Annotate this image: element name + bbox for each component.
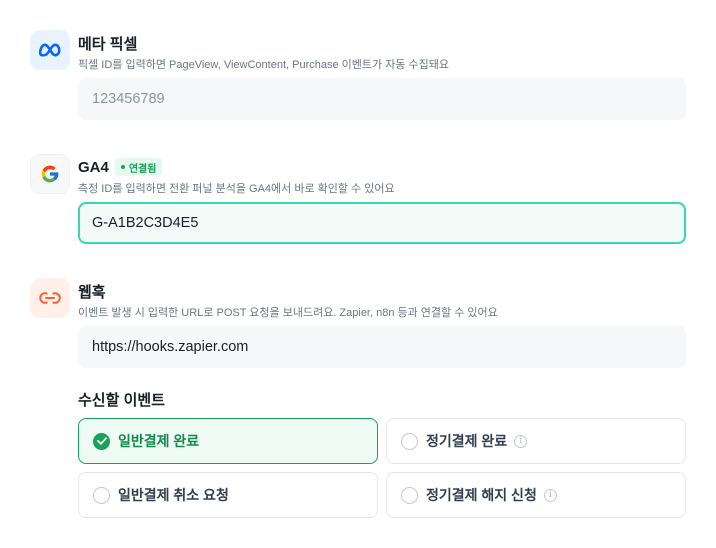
connected-badge-label: 연결됨: [128, 163, 157, 175]
radio-icon: [401, 486, 418, 504]
ga4-section: GA4 연결됨 측정 ID를 입력하면 전환 퍼널 분석을 GA4에서 바로 확…: [30, 154, 686, 244]
ga4-title: GA4: [78, 158, 109, 176]
event-option-payment-complete[interactable]: 일반결제 완료: [78, 418, 378, 464]
webhook-description: 이벤트 발생 시 입력한 URL로 POST 요청을 보내드려요. Zapier…: [78, 307, 498, 319]
meta-pixel-description: 픽셀 ID를 입력하면 PageView, ViewContent, Purch…: [78, 59, 449, 71]
google-logo-icon: [30, 154, 70, 194]
events-section-title: 수신할 이벤트: [78, 392, 165, 409]
radio-icon: [401, 432, 418, 450]
radio-icon: [93, 486, 110, 504]
event-option-payment-cancel-request[interactable]: 일반결제 취소 요청: [78, 472, 378, 518]
meta-pixel-id-input[interactable]: [78, 78, 686, 120]
info-icon[interactable]: i: [514, 434, 528, 448]
meta-logo-icon: [30, 30, 70, 70]
webhook-section: 웹훅 이벤트 발생 시 입력한 URL로 POST 요청을 보내드려요. Zap…: [30, 278, 686, 368]
webhook-title: 웹훅: [78, 283, 106, 301]
info-icon[interactable]: i: [543, 488, 557, 502]
event-option-label: 정기결제 해지 신청: [426, 487, 537, 503]
ga4-description: 측정 ID를 입력하면 전환 퍼널 분석을 GA4에서 바로 확인할 수 있어요: [78, 183, 395, 195]
link-icon: [30, 278, 70, 318]
event-option-subscription-complete[interactable]: 정기결제 완료 i: [386, 418, 686, 464]
event-option-label: 정기결제 완료: [426, 433, 508, 449]
meta-pixel-title: 메타 픽셀: [78, 35, 138, 53]
meta-pixel-section: 메타 픽셀 픽셀 ID를 입력하면 PageView, ViewContent,…: [30, 30, 686, 120]
webhook-url-input[interactable]: [78, 326, 686, 368]
event-option-label: 일반결제 완료: [118, 433, 200, 449]
ga4-measurement-id-input[interactable]: [78, 202, 686, 244]
event-option-subscription-cancel[interactable]: 정기결제 해지 신청 i: [386, 472, 686, 518]
connected-badge: 연결됨: [114, 158, 163, 176]
event-option-label: 일반결제 취소 요청: [118, 487, 229, 503]
status-dot-icon: [120, 165, 125, 169]
checkmark-icon: [93, 432, 110, 450]
